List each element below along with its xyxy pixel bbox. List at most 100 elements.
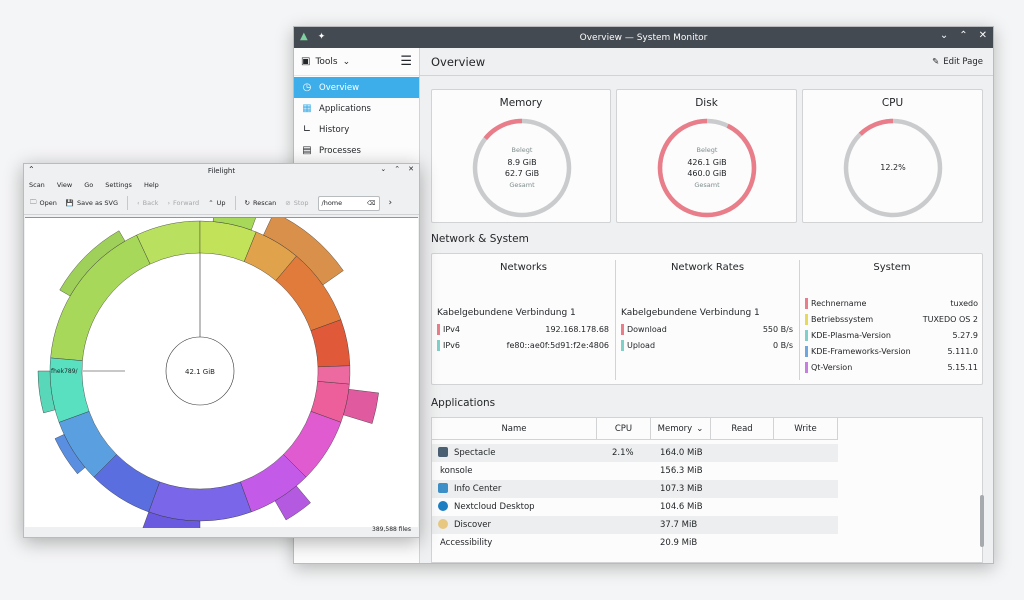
chevron-right-icon: ›	[167, 199, 171, 207]
kv-row: IPv6 fe80::ae0f:5d91:f2e:4806	[432, 337, 615, 353]
color-bar	[805, 297, 808, 309]
title-bar: ⌃ Filelight ⌄ ⌃ ✕	[24, 164, 419, 178]
menu-view[interactable]: View	[57, 181, 72, 189]
connection-name: Kabelgebundene Verbindung 1	[621, 308, 760, 318]
radial-map[interactable]: 42.1 GiB fhek789/	[25, 201, 418, 537]
path-input[interactable]: /home ⌫	[317, 195, 380, 211]
color-bar	[437, 323, 440, 335]
table-row[interactable]: konsole 156.3 MiB	[432, 462, 838, 480]
stop-button[interactable]: ⊘ Stop	[285, 199, 308, 207]
close-icon[interactable]: ✕	[979, 30, 987, 41]
back-button[interactable]: ‹ Back	[137, 199, 158, 207]
color-bar	[805, 345, 808, 357]
tools-button[interactable]: ▣ Tools ⌄	[301, 56, 350, 67]
keep-above-icon[interactable]: ⌃	[28, 165, 35, 174]
memory-total: 62.7 GiB	[504, 169, 540, 178]
total-label: Gesamt	[509, 180, 535, 189]
sidebar-item-applications[interactable]: ▦ Applications	[294, 98, 419, 119]
table-row[interactable]: Info Center 107.3 MiB	[432, 480, 838, 498]
sidebar-item-history[interactable]: ∟ History	[294, 119, 419, 140]
column-header-memory[interactable]: Memory ⌄	[651, 418, 711, 440]
button-label: Open	[39, 199, 57, 207]
sidebar-item-overview[interactable]: ◷ Overview	[294, 77, 419, 98]
pin-icon[interactable]: ✦	[318, 32, 326, 42]
nextcloud-icon	[438, 501, 448, 511]
chevron-up-icon[interactable]: ⌃	[959, 30, 967, 41]
gauge-icon: ◷	[302, 82, 312, 93]
kv-row: Qt-Version 5.15.11	[800, 359, 984, 375]
chevron-up-icon[interactable]: ⌃	[394, 165, 400, 173]
folder-segment[interactable]	[317, 365, 351, 385]
column-header-read[interactable]: Read	[711, 418, 774, 440]
menu-settings[interactable]: Settings	[105, 181, 132, 189]
used-label: Belegt	[511, 146, 533, 154]
open-button[interactable]: 🗀 Open	[30, 198, 57, 209]
applications-table: Name CPU Memory ⌄ Read Write Spectacle 2.…	[431, 417, 983, 563]
table-row[interactable]: Spectacle 2.1% 164.0 MiB	[432, 444, 838, 462]
app-name: Nextcloud Desktop	[454, 502, 535, 512]
sunburst-chart[interactable]: 42.1 GiB fhek789/	[25, 201, 418, 537]
window-title: Overview — System Monitor	[579, 32, 708, 43]
memory-used: 8.9 GiB	[507, 157, 537, 167]
table-row[interactable]: Nextcloud Desktop 104.6 MiB	[432, 498, 838, 516]
chevron-down-icon[interactable]: ⌄	[940, 30, 948, 41]
kv-row: Download 550 B/s	[616, 321, 799, 337]
button-label: Forward	[173, 199, 200, 207]
rescan-button[interactable]: ↻ Rescan	[245, 199, 277, 207]
color-bar	[805, 361, 808, 373]
toolbox-icon: ▣	[301, 56, 311, 67]
chevron-down-icon[interactable]: ⌄	[380, 165, 386, 173]
kv-row: Betriebssystem TUXEDO OS 2	[800, 311, 984, 327]
network-rates-column: Network Rates Kabelgebundene Verbindung …	[616, 254, 799, 386]
save-icon: 💾	[65, 199, 74, 207]
column-title: Networks	[500, 262, 547, 273]
kv-key: KDE-Plasma-Version	[811, 330, 891, 340]
forward-button[interactable]: › Forward	[167, 199, 199, 207]
edit-page-button[interactable]: ✎ Edit Page	[932, 57, 983, 67]
clear-icon[interactable]: ⌫	[367, 200, 375, 207]
color-bar	[805, 313, 808, 325]
chevron-right-icon[interactable]: ›	[389, 198, 393, 208]
main-content: Overview ✎ Edit Page Memory Belegt 8.9 G…	[420, 48, 993, 563]
filelight-window: ⌃ Filelight ⌄ ⌃ ✕ Scan View Go Settings …	[23, 163, 420, 538]
memory-readout: Belegt 8.9 GiB 62.7 GiB Gesamt	[470, 116, 574, 220]
card-title: Disk	[695, 97, 718, 109]
kv-key: Qt-Version	[811, 362, 853, 372]
menu-scan[interactable]: Scan	[29, 181, 45, 189]
hamburger-menu-icon[interactable]: ☰	[400, 54, 412, 69]
column-header-cpu[interactable]: CPU	[597, 418, 651, 440]
section-title-network-system: Network & System	[431, 233, 529, 245]
card-title: Memory	[499, 97, 543, 109]
disk-card: Disk Belegt 426.1 GiB 460.0 GiB Gesamt	[616, 89, 797, 223]
up-button[interactable]: ⌃ Up	[208, 199, 225, 207]
table-row[interactable]: Discover 37.7 MiB	[432, 516, 838, 534]
menu-go[interactable]: Go	[84, 181, 93, 189]
applications-icon: ▦	[302, 103, 312, 114]
memory-card: Memory Belegt 8.9 GiB 62.7 GiB Gesamt	[431, 89, 611, 223]
chart-icon: ∟	[302, 124, 312, 135]
column-header-write[interactable]: Write	[774, 418, 838, 440]
divider	[127, 196, 129, 210]
folder-segment[interactable]	[148, 481, 252, 522]
kv-value: 192.168.178.68	[545, 324, 609, 334]
folder-segment[interactable]	[343, 389, 379, 424]
title-bar: ▲ ✦ Overview — System Monitor ⌄ ⌃ ✕	[294, 27, 993, 48]
sidebar-item-processes[interactable]: ▤ Processes	[294, 140, 419, 161]
menu-help[interactable]: Help	[144, 181, 159, 189]
column-header-name[interactable]: Name	[432, 418, 597, 440]
disk-total: 460.0 GiB	[687, 169, 727, 178]
kv-row: Rechnername tuxedo	[800, 295, 984, 311]
kv-row: KDE-Frameworks-Version 5.111.0	[800, 343, 984, 359]
kv-row: KDE-Plasma-Version 5.27.9	[800, 327, 984, 343]
kv-value: 5.15.11	[947, 362, 978, 372]
scrollbar[interactable]	[980, 495, 984, 547]
header-label: CPU	[614, 423, 633, 434]
header-label: Name	[501, 423, 527, 434]
network-system-card: Networks Kabelgebundene Verbindung 1 IPv…	[431, 253, 983, 385]
used-label: Belegt	[696, 146, 718, 154]
save-as-svg-button[interactable]: 💾 Save as SVG	[66, 199, 118, 207]
app-name: Spectacle	[454, 448, 496, 458]
table-row[interactable]: Accessibility 20.9 MiB	[432, 534, 838, 552]
close-icon[interactable]: ✕	[408, 165, 414, 173]
kv-value: fe80::ae0f:5d91:f2e:4806	[506, 340, 609, 350]
